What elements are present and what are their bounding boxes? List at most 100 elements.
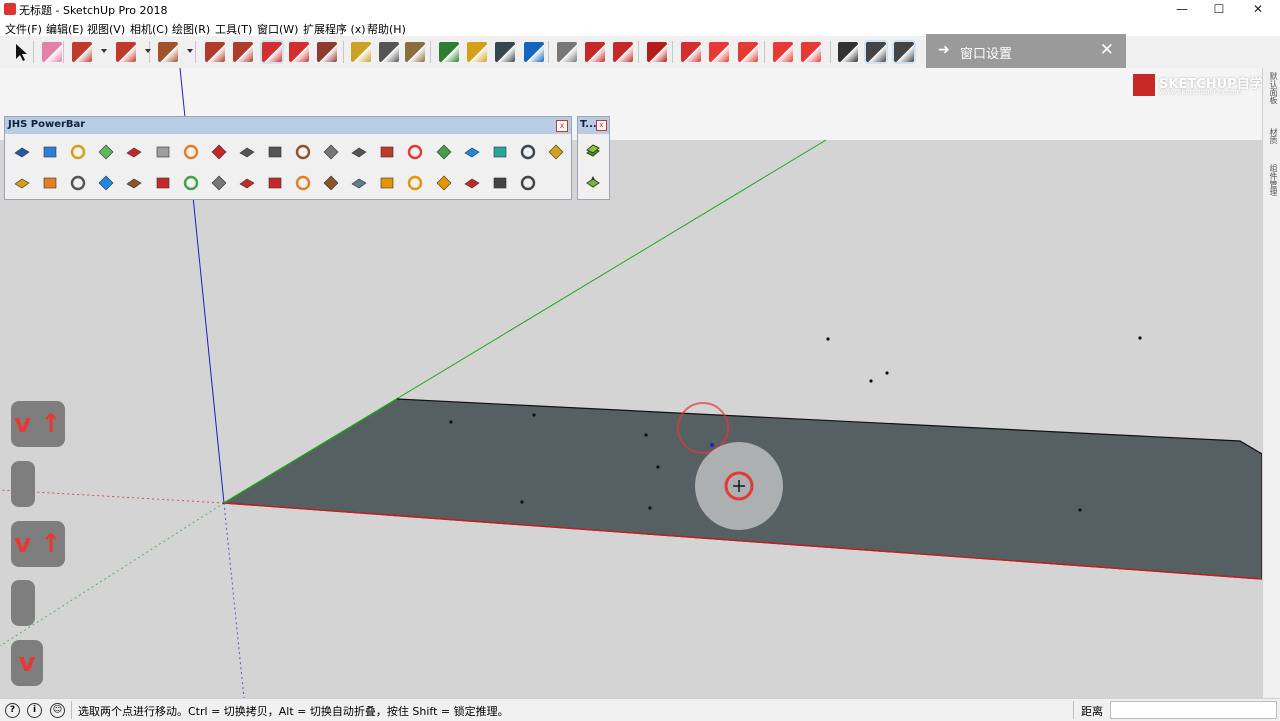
menu-file[interactable]: 文件(F)	[5, 21, 42, 37]
credits-icon[interactable]: i	[27, 703, 42, 718]
powerbar-tool-icon[interactable]	[464, 144, 480, 160]
powerbar-tool-icon[interactable]	[520, 144, 536, 160]
powerbar-tool-icon[interactable]	[520, 175, 536, 191]
tray-tab-components[interactable]: 组件管理	[1266, 164, 1278, 196]
push-pull-icon[interactable]	[205, 42, 225, 62]
warehouse-icon[interactable]	[557, 42, 577, 62]
powerbar-tool-icon[interactable]	[379, 144, 395, 160]
powerbar-tool-icon[interactable]	[407, 144, 423, 160]
tags-toolbar-titlebar[interactable]: T... x	[578, 117, 609, 134]
powerbar-tool-icon[interactable]	[464, 175, 480, 191]
orbit-icon[interactable]	[439, 42, 459, 62]
powerbar-tool-icon[interactable]	[126, 175, 142, 191]
rotate-icon[interactable]	[289, 42, 309, 62]
scale-icon[interactable]	[317, 42, 337, 62]
powerbar-tool-icon[interactable]	[436, 175, 452, 191]
layer-green-icon[interactable]	[585, 143, 601, 159]
powerbar-tool-icon[interactable]	[492, 144, 508, 160]
menu-window[interactable]: 窗口(W)	[257, 21, 298, 37]
layer-stack-icon[interactable]	[585, 174, 601, 190]
geo-location-icon[interactable]: ?	[5, 703, 20, 718]
menu-view[interactable]: 视图(V)	[87, 21, 125, 37]
extension-warehouse-icon[interactable]	[585, 42, 605, 62]
settings-icon[interactable]	[894, 42, 914, 62]
menu-camera[interactable]: 相机(C)	[130, 21, 168, 37]
pan-icon[interactable]	[467, 42, 487, 62]
tape-measure-icon[interactable]	[351, 42, 371, 62]
camera-icon[interactable]	[738, 42, 758, 62]
close-button[interactable]: ✕	[1238, 1, 1278, 18]
tray-icon[interactable]	[866, 42, 886, 62]
powerbar-tool-icon[interactable]	[351, 144, 367, 160]
powerbar-tool-icon[interactable]	[211, 175, 227, 191]
powerbar-tool-icon[interactable]	[126, 144, 142, 160]
powerbar-tool-icon[interactable]	[42, 144, 58, 160]
powerbar-tool-icon[interactable]	[323, 144, 339, 160]
arrow-right-icon[interactable]: ➜	[938, 42, 950, 58]
powerbar-titlebar[interactable]: JHS PowerBar x	[5, 117, 571, 134]
overlay-button-1[interactable]: v ↑	[11, 401, 65, 447]
powerbar-tool-icon[interactable]	[323, 175, 339, 191]
powerbar-tool-icon[interactable]	[548, 144, 564, 160]
folder-icon[interactable]	[709, 42, 729, 62]
powerbar-close-button[interactable]: x	[556, 120, 568, 132]
zoom-extents-icon[interactable]	[524, 42, 544, 62]
powerbar-tool-icon[interactable]	[183, 175, 199, 191]
powerbar-tool-icon[interactable]	[155, 144, 171, 160]
overlay-button-2[interactable]	[11, 461, 35, 507]
paint-bucket-icon[interactable]	[405, 42, 425, 62]
maximize-button[interactable]: ☐	[1199, 1, 1239, 18]
menu-tools[interactable]: 工具(T)	[215, 21, 252, 37]
overlay-button-5[interactable]: v	[11, 640, 43, 686]
chevron-down-icon[interactable]	[101, 49, 107, 53]
tray-close-button[interactable]: ✕	[1100, 40, 1114, 60]
component-icon[interactable]	[801, 42, 821, 62]
follow-me-icon[interactable]	[233, 42, 253, 62]
sign-in-icon[interactable]: ☺	[50, 703, 65, 718]
menu-help[interactable]: 帮助(H)	[367, 21, 406, 37]
plugin-a-icon[interactable]	[681, 42, 701, 62]
tray-tab-materials[interactable]: 材质	[1266, 128, 1278, 144]
powerbar-tool-icon[interactable]	[295, 144, 311, 160]
powerbar-tool-icon[interactable]	[295, 175, 311, 191]
text-icon[interactable]	[379, 42, 399, 62]
powerbar-tool-icon[interactable]	[155, 175, 171, 191]
powerbar-tool-icon[interactable]	[267, 175, 283, 191]
menu-edit[interactable]: 编辑(E)	[46, 21, 84, 37]
menu-draw[interactable]: 绘图(R)	[172, 21, 210, 37]
powerbar-tool-icon[interactable]	[239, 144, 255, 160]
eraser-icon[interactable]	[42, 42, 62, 62]
rectangle-icon[interactable]	[158, 42, 178, 62]
minimize-button[interactable]: —	[1162, 1, 1202, 18]
powerbar-tool-icon[interactable]	[98, 144, 114, 160]
powerbar-tool-icon[interactable]	[183, 144, 199, 160]
powerbar-tool-icon[interactable]	[379, 175, 395, 191]
powerbar-tool-icon[interactable]	[98, 175, 114, 191]
powerbar-tool-icon[interactable]	[267, 144, 283, 160]
layout-icon[interactable]	[613, 42, 633, 62]
overlay-button-4[interactable]	[11, 580, 35, 626]
powerbar-tool-icon[interactable]	[436, 144, 452, 160]
chevron-down-icon[interactable]	[187, 49, 193, 53]
pencil-line-icon[interactable]	[72, 42, 92, 62]
measurements-input[interactable]	[1110, 701, 1277, 719]
settings-gear-red-icon[interactable]	[773, 42, 793, 62]
powerbar-tool-icon[interactable]	[239, 175, 255, 191]
chevron-down-icon[interactable]	[145, 49, 151, 53]
menu-extensions[interactable]: 扩展程序 (x)	[303, 21, 366, 37]
fullscreen-icon[interactable]	[838, 42, 858, 62]
zoom-icon[interactable]	[495, 42, 515, 62]
powerbar-tool-icon[interactable]	[42, 175, 58, 191]
tags-toolbar-close-button[interactable]: x	[596, 120, 607, 131]
powerbar-tool-icon[interactable]	[407, 175, 423, 191]
powerbar-tool-icon[interactable]	[14, 175, 30, 191]
powerbar-tool-icon[interactable]	[70, 144, 86, 160]
powerbar-tool-icon[interactable]	[211, 144, 227, 160]
arc-icon[interactable]	[116, 42, 136, 62]
powerbar-tool-icon[interactable]	[14, 144, 30, 160]
powerbar-tool-icon[interactable]	[70, 175, 86, 191]
powerbar-tool-icon[interactable]	[351, 175, 367, 191]
powerbar-tool-icon[interactable]	[492, 175, 508, 191]
tray-tab-default[interactable]: 默认面板	[1266, 72, 1278, 104]
select-arrow-icon[interactable]	[10, 42, 30, 62]
